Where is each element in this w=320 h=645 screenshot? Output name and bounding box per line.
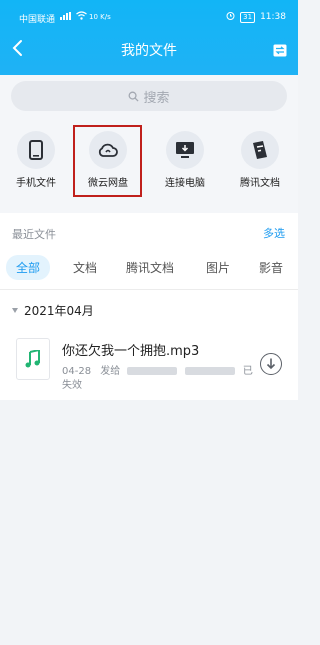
recent-files-heading: 最近文件 — [12, 228, 56, 241]
quick-item-connect-pc[interactable]: 连接电脑 — [155, 131, 215, 189]
file-meta: 04-28 发给 已 — [62, 362, 253, 377]
music-file-icon — [16, 338, 50, 380]
file-status-part1: 已 — [242, 366, 253, 377]
header: 中国联通 10 K/s 31 11:38 我的文件 — [0, 0, 298, 75]
quick-item-label: 腾讯文档 — [240, 178, 280, 189]
switch-icon — [273, 44, 287, 57]
divider — [0, 289, 298, 290]
document-icon — [241, 131, 279, 169]
tab-documents[interactable]: 文档 — [73, 259, 97, 276]
alarm-icon — [226, 11, 235, 23]
title-bar: 我的文件 — [0, 34, 298, 64]
monitor-icon — [166, 131, 204, 169]
search-input[interactable]: 搜索 — [11, 81, 287, 111]
net-speed: 10 K/s — [89, 12, 111, 21]
quick-item-tencent-docs[interactable]: 腾讯文档 — [230, 131, 290, 189]
redacted-recipient — [184, 367, 235, 375]
page-title: 我的文件 — [121, 43, 177, 59]
download-button[interactable] — [260, 353, 282, 375]
file-sent-to: 发给 — [100, 366, 121, 377]
file-type-tabs: 全部 文档 腾讯文档 图片 影音 — [0, 252, 298, 286]
switch-button[interactable] — [273, 42, 287, 57]
carrier-label: 中国联通 — [19, 15, 56, 25]
tab-media[interactable]: 影音 — [259, 259, 283, 276]
tab-images[interactable]: 图片 — [206, 259, 230, 276]
month-label: 2021年04月 — [24, 304, 94, 318]
caret-down-icon — [12, 308, 18, 313]
search-placeholder: 搜索 — [143, 90, 170, 106]
status-bar: 中国联通 10 K/s 31 11:38 — [0, 0, 298, 30]
clock: 11:38 — [260, 12, 286, 22]
wifi-icon — [76, 11, 87, 22]
quick-item-phone-files[interactable]: 手机文件 — [6, 131, 66, 189]
redacted-recipient — [127, 367, 178, 375]
month-group-header[interactable]: 2021年04月 — [12, 302, 94, 319]
download-icon — [266, 358, 276, 370]
multi-select-button[interactable]: 多选 — [263, 225, 285, 241]
phone-icon — [17, 131, 55, 169]
file-status-part2: 失效 — [62, 380, 82, 391]
file-name: 你还欠我一个拥抱.mp3 — [62, 344, 200, 359]
tab-tencent-docs[interactable]: 腾讯文档 — [126, 259, 174, 276]
signal-icon — [60, 11, 74, 22]
status-right: 31 11:38 — [226, 11, 286, 23]
tab-all[interactable]: 全部 — [6, 255, 51, 280]
highlight-box — [73, 125, 142, 197]
battery-icon: 31 — [240, 11, 256, 23]
search-icon — [129, 91, 140, 102]
quick-item-label: 手机文件 — [16, 178, 56, 189]
signal-icons: 10 K/s — [60, 11, 111, 22]
quick-item-label: 连接电脑 — [165, 178, 205, 189]
